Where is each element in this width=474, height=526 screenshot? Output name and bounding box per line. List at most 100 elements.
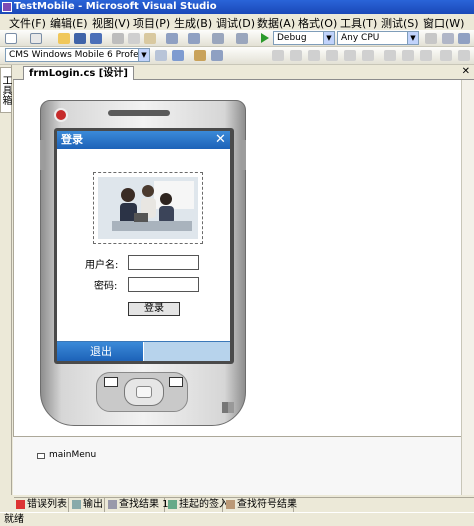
cut-icon[interactable] [112, 33, 124, 44]
spacing-icon[interactable] [440, 50, 452, 61]
find-results-icon [108, 500, 117, 509]
document-tab-row: frmLogin.cs [设计] ✕ [13, 65, 474, 80]
menu-debug[interactable]: 调试(D) [216, 15, 255, 31]
platform-value: Any CPU [341, 33, 380, 43]
find-icon[interactable] [425, 33, 437, 44]
softkey-bar: 退出 [57, 341, 230, 361]
tab-pending-checkins[interactable]: 挂起的签入 [166, 498, 229, 512]
redo-icon[interactable] [188, 33, 200, 44]
properties-icon[interactable] [458, 33, 470, 44]
status-bar: 就绪 [0, 512, 474, 526]
add-item-icon[interactable] [30, 33, 42, 44]
menu-file[interactable]: 文件(F) [9, 15, 46, 31]
menu-component-icon [37, 453, 45, 459]
password-input[interactable] [128, 277, 199, 292]
configuration-value: Debug [277, 33, 307, 43]
device-options-icon[interactable] [155, 50, 167, 61]
same-size-icon[interactable] [420, 50, 432, 61]
toolbox-tab[interactable]: 工具箱 [0, 67, 12, 113]
same-height-icon[interactable] [402, 50, 414, 61]
speaker-grille [108, 110, 170, 116]
find-symbol-icon [226, 500, 235, 509]
open-folder-icon[interactable] [58, 33, 70, 44]
tool-window-tabs: 错误列表 输出 查找结果 1 挂起的签入 查找符号结果 [14, 497, 474, 512]
same-width-icon[interactable] [384, 50, 396, 61]
tray-mainmenu[interactable]: mainMenu [49, 450, 96, 460]
target-device-select[interactable]: CMS Windows Mobile 6 Professional ▼ [5, 48, 150, 62]
username-label: 用户名: [85, 260, 119, 271]
menu-data[interactable]: 数据(A) [257, 15, 295, 31]
softkey-exit[interactable]: 退出 [57, 342, 144, 361]
vertical-scrollbar[interactable] [461, 80, 474, 495]
undo-icon[interactable] [166, 33, 178, 44]
left-softkey-icon [104, 377, 118, 387]
align-bottom-icon[interactable] [362, 50, 374, 61]
close-icon[interactable]: ✕ [213, 132, 228, 147]
component-tray: mainMenu [13, 437, 461, 495]
tab-find-results-1[interactable]: 查找结果 1 [106, 498, 169, 512]
tab-error-list[interactable]: 错误列表 [14, 498, 69, 512]
tab-find-symbol-results[interactable]: 查找符号结果 [224, 498, 297, 512]
power-icon [54, 108, 68, 122]
dpad-center [136, 386, 152, 398]
align-right-icon[interactable] [308, 50, 320, 61]
platform-select[interactable]: Any CPU ▼ [337, 31, 419, 45]
navigate-back-icon[interactable] [212, 33, 224, 44]
format-icon[interactable] [194, 50, 206, 61]
start-debug-icon[interactable] [261, 33, 269, 43]
chevron-down-icon: ▼ [138, 49, 149, 61]
window-title-bar: TestMobile - Microsoft Visual Studio [0, 0, 474, 14]
pending-checkins-icon [168, 500, 177, 509]
device-toolbar: CMS Windows Mobile 6 Professional ▼ [0, 47, 474, 65]
menu-window[interactable]: 窗口(W) [423, 15, 464, 31]
chevron-down-icon: ▼ [407, 32, 418, 44]
align-top-icon[interactable] [326, 50, 338, 61]
left-dock-strip [0, 65, 12, 495]
error-list-icon [16, 500, 25, 509]
status-text: 就绪 [4, 514, 24, 525]
close-document-icon[interactable]: ✕ [462, 66, 470, 77]
save-all-icon[interactable] [90, 33, 102, 44]
login-form[interactable] [57, 131, 230, 361]
align-center-icon[interactable] [290, 50, 302, 61]
new-project-icon[interactable] [5, 33, 17, 44]
menu-build[interactable]: 生成(B) [174, 15, 212, 31]
windows-logo-icon [222, 402, 234, 413]
order-icon[interactable] [458, 50, 470, 61]
window-title: TestMobile - Microsoft Visual Studio [14, 1, 217, 12]
align-left-icon[interactable] [272, 50, 284, 61]
menu-project[interactable]: 项目(P) [133, 15, 170, 31]
align-icon[interactable] [211, 50, 223, 61]
side-button-left [40, 140, 45, 170]
menu-format[interactable]: 格式(O) [298, 15, 337, 31]
menu-tools[interactable]: 工具(T) [340, 15, 377, 31]
username-input[interactable] [128, 255, 199, 270]
tab-output[interactable]: 输出 [70, 498, 105, 512]
menu-test[interactable]: 测试(S) [381, 15, 419, 31]
paste-icon[interactable] [144, 33, 156, 44]
menu-view[interactable]: 视图(V) [92, 15, 130, 31]
right-softkey-icon [169, 377, 183, 387]
menu-bar: 文件(F) 编辑(E) 视图(V) 项目(P) 生成(B) 调试(D) 数据(A… [0, 14, 474, 30]
copy-icon[interactable] [128, 33, 140, 44]
chevron-down-icon: ▼ [323, 32, 334, 44]
tab-label: frmLogin.cs [设计] [29, 68, 128, 79]
save-icon[interactable] [74, 33, 86, 44]
navigate-forward-icon[interactable] [236, 33, 248, 44]
menu-edit[interactable]: 编辑(E) [50, 15, 88, 31]
output-icon [72, 500, 81, 509]
tab-frmlogin-design[interactable]: frmLogin.cs [设计] [23, 66, 134, 80]
connect-device-icon[interactable] [172, 50, 184, 61]
office-photo [98, 177, 198, 239]
target-device-value: CMS Windows Mobile 6 Professional [9, 50, 149, 60]
solution-explorer-icon[interactable] [442, 33, 454, 44]
picture-box[interactable] [93, 172, 203, 244]
side-button-right [241, 140, 246, 170]
form-title: 登录 [61, 133, 83, 146]
password-label: 密码: [94, 281, 118, 292]
login-button[interactable]: 登录 [128, 302, 180, 316]
configuration-select[interactable]: Debug ▼ [273, 31, 335, 45]
align-middle-icon[interactable] [344, 50, 356, 61]
standard-toolbar: Debug ▼ Any CPU ▼ [0, 30, 474, 47]
app-icon [2, 2, 12, 12]
